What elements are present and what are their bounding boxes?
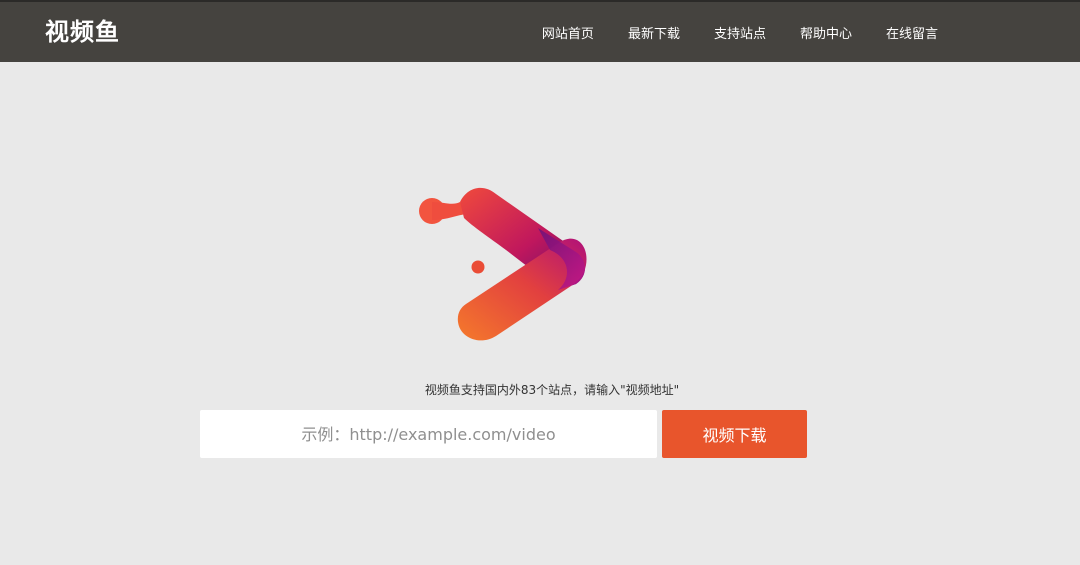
video-download-button[interactable]: 视频下载 bbox=[662, 410, 807, 458]
tagline: 视频鱼支持国内外83个站点，请输入"视频地址" bbox=[424, 383, 680, 397]
nav-home[interactable]: 网站首页 bbox=[542, 23, 594, 42]
video-url-input[interactable] bbox=[200, 410, 657, 458]
top-navbar: 视频鱼 网站首页 最新下载 支持站点 帮助中心 在线留言 bbox=[0, 0, 1080, 62]
play-arrow-icon bbox=[419, 187, 587, 341]
nav-links: 网站首页 最新下载 支持站点 帮助中心 在线留言 bbox=[542, 2, 938, 62]
site-brand[interactable]: 视频鱼 bbox=[45, 15, 120, 49]
page: 视频鱼 网站首页 最新下载 支持站点 帮助中心 在线留言 视频鱼支持国内外83个… bbox=[0, 0, 1080, 565]
nav-help-center[interactable]: 帮助中心 bbox=[800, 23, 852, 42]
nav-latest-downloads[interactable]: 最新下载 bbox=[628, 23, 680, 42]
search-row: 视频下载 bbox=[200, 410, 807, 458]
nav-message-board[interactable]: 在线留言 bbox=[886, 23, 938, 42]
nav-supported-sites[interactable]: 支持站点 bbox=[714, 23, 766, 42]
